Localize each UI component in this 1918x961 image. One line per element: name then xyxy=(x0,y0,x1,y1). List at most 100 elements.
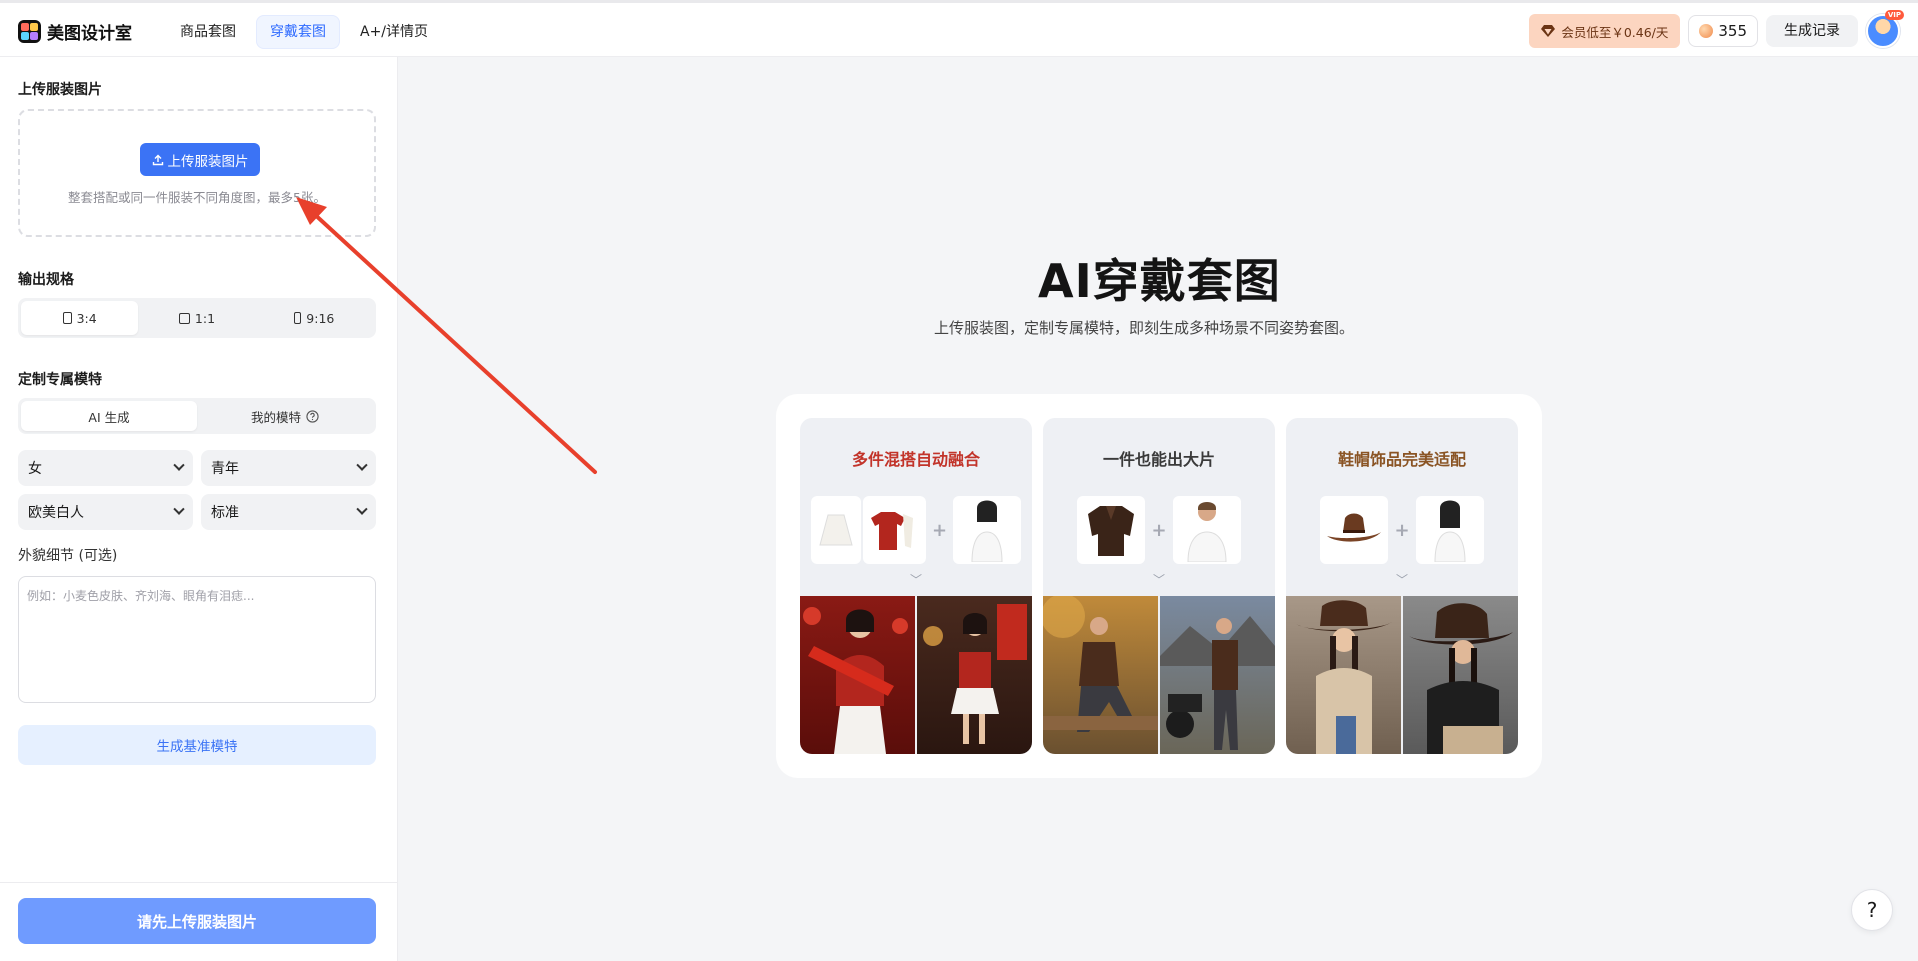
chevron-down-icon: ﹀ xyxy=(1152,573,1165,587)
showcase-panel: 多件混搭自动融合 + ﹀ 一件也能出大片 + ﹀ 鞋帽饰品完美适配 + ﹀ xyxy=(776,394,1542,778)
vip-badge: VIP xyxy=(1884,10,1904,20)
feature-card-accessory: 鞋帽饰品完美适配 + ﹀ xyxy=(1286,418,1518,754)
diamond-icon xyxy=(1541,25,1556,37)
tab-wear-set[interactable]: 穿戴套图 xyxy=(256,15,340,49)
result-photos xyxy=(1286,596,1518,754)
upload-button-label: 上传服装图片 xyxy=(167,153,249,170)
chevron-down-icon: ﹀ xyxy=(1395,573,1408,587)
result-photo xyxy=(1160,596,1275,754)
result-photo xyxy=(917,596,1032,754)
input-thumbs: + xyxy=(1043,496,1275,564)
ratio-label: 3:4 xyxy=(76,310,97,326)
brand-logo[interactable]: 美图设计室 xyxy=(18,18,132,44)
ratio-label: 1:1 xyxy=(194,310,216,326)
header-actions: 会员低至￥0.46/天 355 生成记录 VIP xyxy=(1529,10,1904,48)
appearance-detail-label: 外貌细节 (可选) xyxy=(18,548,118,564)
model-thumb xyxy=(1415,496,1484,564)
generate-base-model-button[interactable]: 生成基准模特 xyxy=(18,725,376,765)
tab-detail-page[interactable]: A+/详情页 xyxy=(346,15,442,49)
cowboy-hat-icon xyxy=(1327,513,1382,542)
main-nav: 商品套图 穿戴套图 A+/详情页 xyxy=(166,15,442,49)
page-title: AI穿戴套图 xyxy=(1038,254,1281,308)
tab-my-models[interactable]: 我的模特 xyxy=(197,401,373,431)
tab-product-set[interactable]: 商品套图 xyxy=(166,15,250,49)
sweater-icon xyxy=(871,512,914,550)
skirt-icon xyxy=(819,514,853,546)
female-model-icon xyxy=(971,500,1003,562)
chevron-down-icon xyxy=(173,503,185,515)
sidebar-footer: 请先上传服装图片 xyxy=(0,882,397,961)
clothing-thumb xyxy=(1077,496,1146,564)
avatar[interactable]: VIP xyxy=(1866,10,1904,48)
feature-card-title: 一件也能出大片 xyxy=(1102,450,1215,469)
credits-button[interactable]: 355 xyxy=(1688,15,1758,47)
ratio-1-1[interactable]: 1:1 xyxy=(138,301,255,335)
chevron-down-icon xyxy=(173,459,185,471)
age-select[interactable]: 青年 xyxy=(201,450,376,486)
page-subtitle: 上传服装图，定制专属模特，即刻生成多种场景不同姿势套图。 xyxy=(934,319,1355,337)
leather-jacket-icon xyxy=(1088,506,1135,556)
result-photos xyxy=(1043,596,1275,754)
tall-ratio-icon xyxy=(294,312,302,324)
chevron-down-icon: ﹀ xyxy=(909,573,922,587)
result-photo xyxy=(1043,596,1158,754)
credit-coin-icon xyxy=(1699,24,1714,38)
gender-value: 女 xyxy=(28,461,42,477)
result-photo xyxy=(800,596,915,754)
vip-promo-label: 会员低至￥0.46/天 xyxy=(1561,24,1669,40)
woman-in-black-hat-image xyxy=(1409,603,1513,754)
help-button[interactable]: ? xyxy=(1851,889,1893,931)
plus-icon: + xyxy=(1151,519,1167,541)
chinese-new-year-woman-image xyxy=(803,607,908,754)
chevron-down-icon xyxy=(356,503,368,515)
plus-icon: + xyxy=(1394,519,1410,541)
plus-icon: + xyxy=(931,519,948,541)
ratio-selector: 3:4 1:1 9:16 xyxy=(18,298,376,338)
male-model-icon xyxy=(1187,502,1227,562)
input-thumbs: + xyxy=(800,496,1032,564)
fu-character-woman-image xyxy=(923,604,1027,744)
ratio-9-16[interactable]: 9:16 xyxy=(256,301,373,335)
model-thumb xyxy=(1172,496,1241,564)
upload-clothing-button[interactable]: 上传服装图片 xyxy=(140,143,260,176)
female-model-icon xyxy=(1434,500,1466,562)
top-bar: 美图设计室 商品套图 穿戴套图 A+/详情页 会员低至￥0.46/天 355 生… xyxy=(0,0,1918,57)
body-type-select[interactable]: 标准 xyxy=(201,494,376,530)
result-photo xyxy=(1286,596,1401,754)
woman-in-cowboy-hat-image xyxy=(1296,600,1392,754)
man-on-bench-image xyxy=(1043,596,1158,732)
portrait-ratio-icon xyxy=(62,312,72,324)
my-models-label: 我的模特 xyxy=(250,409,301,425)
appearance-detail-input[interactable] xyxy=(18,576,376,703)
age-value: 青年 xyxy=(211,461,239,477)
model-section-title: 定制专属模特 xyxy=(18,372,102,388)
gender-select[interactable]: 女 xyxy=(18,450,193,486)
body-type-value: 标准 xyxy=(211,505,239,521)
chevron-down-icon xyxy=(356,459,368,471)
ethnicity-value: 欧美白人 xyxy=(28,505,84,521)
input-thumbs: + xyxy=(1286,496,1518,564)
model-thumb xyxy=(953,496,1022,564)
brand-logo-icon xyxy=(18,19,41,43)
upload-section-title: 上传服装图片 xyxy=(18,82,102,98)
vip-promo-button[interactable]: 会员低至￥0.46/天 xyxy=(1529,14,1681,48)
feature-card-title: 多件混搭自动融合 xyxy=(851,450,980,469)
tab-ai-generate[interactable]: AI 生成 xyxy=(21,401,197,431)
feature-card-single: 一件也能出大片 + ﹀ xyxy=(1043,418,1275,754)
output-section-title: 输出规格 xyxy=(18,272,74,288)
result-photo xyxy=(1403,596,1518,754)
settings-sidebar: 上传服装图片 上传服装图片 整套搭配或同一件服装不同角度图，最多5张。 输出规格… xyxy=(0,57,398,961)
upload-hint: 整套搭配或同一件服装不同角度图，最多5张。 xyxy=(68,190,326,205)
submit-button[interactable]: 请先上传服装图片 xyxy=(18,898,376,944)
help-circle-icon[interactable] xyxy=(306,409,319,423)
model-source-tabs: AI 生成 我的模特 xyxy=(18,398,376,434)
ratio-3-4[interactable]: 3:4 xyxy=(21,301,139,335)
brand-name: 美图设计室 xyxy=(47,23,132,44)
man-with-motorcycle-image xyxy=(1160,616,1275,750)
feature-card-title: 鞋帽饰品完美适配 xyxy=(1337,450,1466,469)
square-ratio-icon xyxy=(178,312,190,324)
history-button[interactable]: 生成记录 xyxy=(1766,15,1858,47)
ethnicity-select[interactable]: 欧美白人 xyxy=(18,494,193,530)
clothing-thumb xyxy=(810,496,926,564)
upload-dropzone[interactable]: 上传服装图片 整套搭配或同一件服装不同角度图，最多5张。 xyxy=(18,109,376,237)
